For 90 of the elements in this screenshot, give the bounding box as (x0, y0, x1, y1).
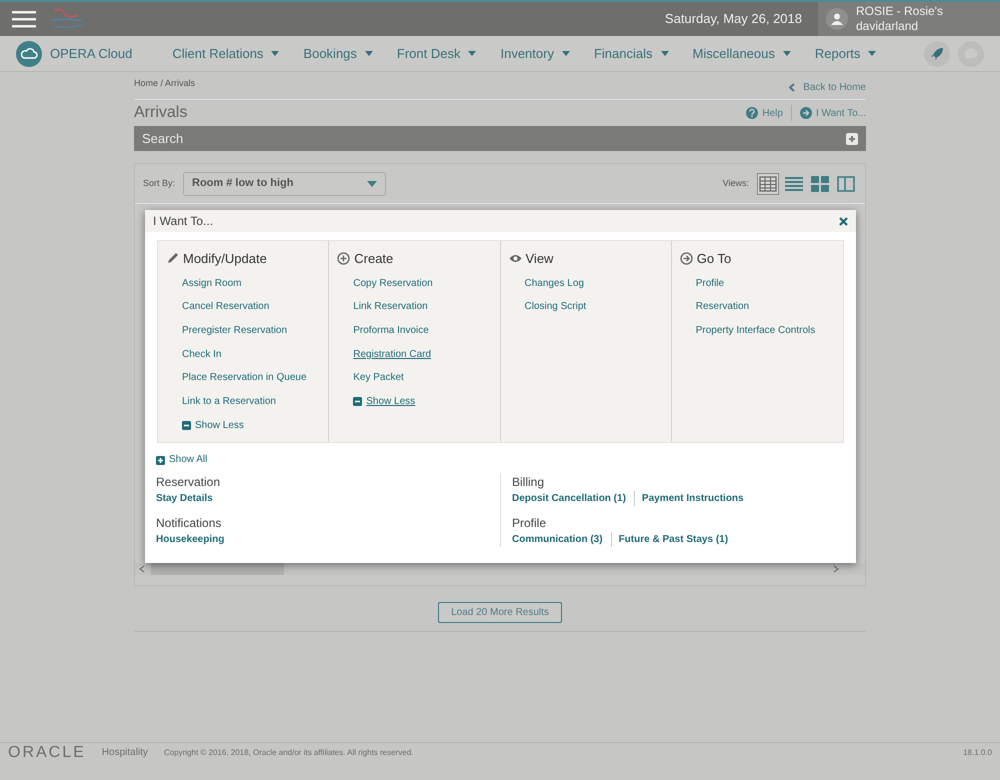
sort-label: Sort By: (143, 176, 176, 190)
rocket-button[interactable] (924, 40, 950, 66)
user-name: ROSIE - Rosie's (856, 4, 943, 19)
nav-menu[interactable]: Inventory (500, 44, 570, 64)
summary-title: Reservation (156, 474, 222, 491)
caret-icon (782, 51, 791, 56)
menu-icon[interactable] (12, 9, 36, 29)
action-link[interactable]: Place Reservation in Queue (182, 371, 328, 386)
column-heading: Modify/Update (183, 250, 267, 268)
tiles-icon (811, 176, 829, 192)
show-less-link[interactable]: Show Less (353, 394, 500, 409)
horizontal-scrollbar[interactable] (135, 563, 865, 575)
product-name: Hospitality (102, 746, 148, 760)
minus-square-icon (182, 421, 191, 430)
summary-title: Notifications (156, 515, 222, 532)
summary-link[interactable]: Payment Instructions (634, 491, 752, 506)
caret-icon (271, 51, 280, 56)
search-panel-header[interactable]: Search (134, 126, 866, 151)
action-link[interactable]: Preregister Reservation (182, 324, 328, 338)
copyright-text: Copyright © 2016, 2018, Oracle and/or its affiliates. All rights reserved. (164, 746, 414, 758)
column-heading: Go To (696, 250, 732, 268)
sort-dropdown[interactable]: Room # low to high (183, 172, 386, 196)
action-link[interactable]: Assign Room (182, 276, 328, 290)
action-link[interactable]: Copy Reservation (353, 276, 500, 290)
oracle-logo: ORACLE (8, 744, 86, 760)
chevron-left-icon[interactable] (139, 565, 145, 573)
nav-menu[interactable]: Financials (594, 44, 668, 64)
user-menu[interactable]: ROSIE - Rosie's davidarland (818, 2, 1000, 36)
user-login: davidarland (856, 19, 920, 34)
action-link[interactable]: Property Interface Controls (696, 324, 843, 338)
dialog-title: I Want To... (153, 213, 214, 230)
caret-icon (660, 51, 668, 56)
action-link[interactable]: Reservation (696, 300, 843, 314)
arrow-circle-icon (680, 252, 693, 266)
summary-link[interactable]: Communication (3) (512, 532, 611, 547)
summary-title: Billing (512, 474, 546, 491)
action-link[interactable]: Profile (696, 276, 843, 290)
help-icon (746, 107, 758, 119)
chevron-left-icon (789, 83, 796, 92)
summary-link[interactable]: Deposit Cancellation (1) (512, 491, 634, 506)
column-heading: Create (354, 250, 394, 268)
caret-icon (562, 51, 570, 56)
action-link[interactable]: Check In (182, 348, 328, 362)
action-link[interactable]: Link Reservation (353, 300, 500, 314)
page-title: Arrivals (134, 103, 188, 123)
action-link[interactable]: Changes Log (524, 276, 671, 290)
nav-menu[interactable]: Front Desk (396, 44, 476, 64)
rocket-icon (930, 46, 944, 60)
date-text: Saturday, May 26, 2018 (664, 10, 802, 28)
breadcrumb-text: Home / Arrivals (134, 76, 196, 90)
nav-menu[interactable]: Reports (814, 44, 876, 64)
plus-circle-icon (337, 252, 350, 266)
summary-link[interactable]: Future & Past Stays (1) (610, 532, 736, 547)
close-icon[interactable] (839, 216, 848, 226)
arrow-circle-icon (800, 107, 812, 119)
nav-menu[interactable]: Miscellaneous (692, 44, 791, 64)
pencil-icon (166, 252, 179, 266)
person-icon (831, 13, 843, 25)
action-link[interactable]: Closing Script (524, 300, 671, 314)
minus-square-icon (353, 397, 362, 406)
caret-icon (468, 51, 476, 56)
nav-menu[interactable]: Bookings (303, 44, 373, 64)
plus-square-icon (156, 456, 165, 464)
list-icon (785, 176, 803, 192)
cloud-logo-icon (16, 40, 42, 66)
caret-icon (367, 180, 378, 186)
nav-menu[interactable]: Client Relations (172, 44, 280, 64)
load-more-button[interactable]: Load 20 More Results (438, 602, 562, 623)
views-label: Views: (722, 176, 749, 190)
show-all-link[interactable]: Show All (156, 453, 208, 467)
table-icon (759, 176, 777, 192)
caret-icon (868, 51, 876, 56)
action-link[interactable]: Key Packet (353, 371, 500, 386)
version-text: 18.1.0.0 (963, 746, 992, 758)
column-heading: View (526, 250, 554, 268)
summary-link[interactable]: Housekeeping (156, 532, 232, 547)
summary-link[interactable]: Stay Details (156, 491, 221, 506)
table-view-button[interactable] (757, 172, 779, 194)
split-icon (837, 176, 855, 192)
caret-icon (364, 51, 373, 56)
action-link[interactable]: Proforma Invoice (353, 324, 500, 338)
action-link[interactable]: Cancel Reservation (182, 300, 328, 314)
brand-name: OPERA Cloud (50, 44, 132, 63)
plus-icon[interactable] (846, 132, 858, 144)
scrollbar-thumb[interactable] (151, 563, 284, 575)
show-less-link[interactable]: Show Less (182, 418, 328, 433)
chevron-right-icon[interactable] (833, 565, 839, 573)
summary-title: Profile (512, 515, 548, 532)
action-link[interactable]: Link to a Reservation (182, 394, 328, 409)
action-link[interactable]: Registration Card (353, 348, 500, 362)
